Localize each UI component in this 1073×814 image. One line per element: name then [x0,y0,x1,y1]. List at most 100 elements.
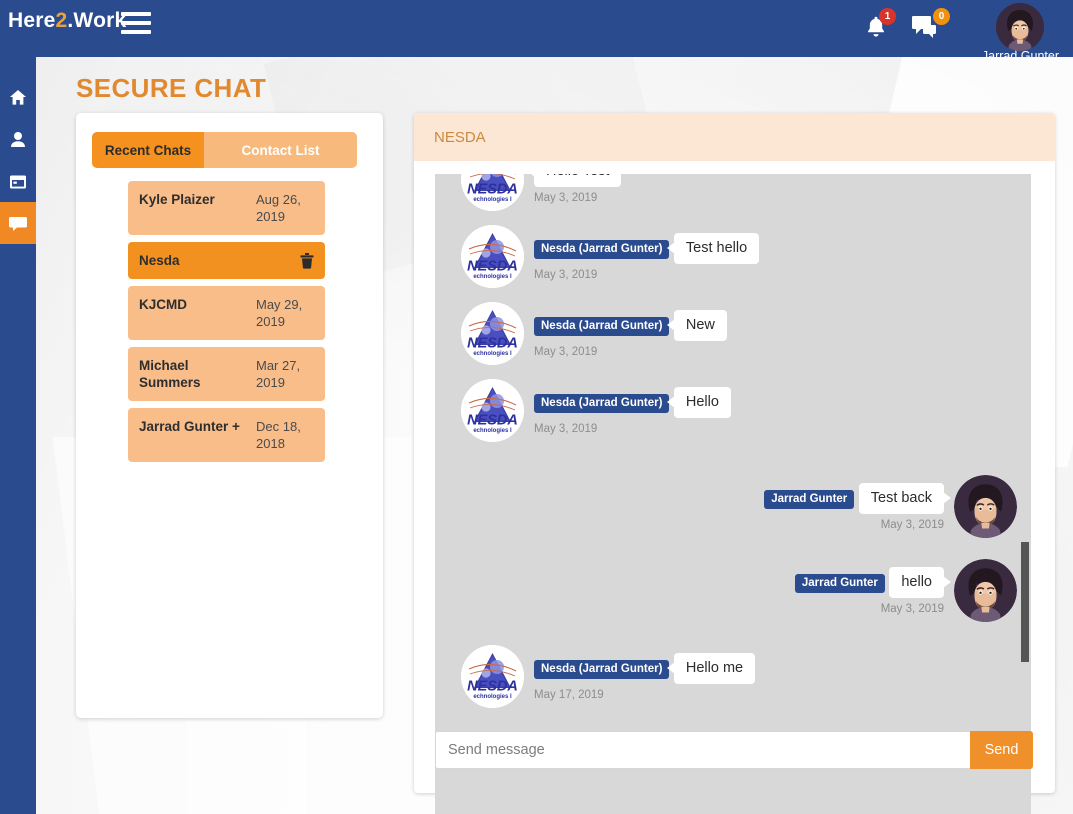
chat-item-name: Nesda [139,252,300,269]
message-row: NESDA echnologies I Nesda (Jarrad Gunter… [435,302,1031,379]
conversation-title: NESDA [414,113,1055,161]
svg-text:NESDA: NESDA [467,679,518,695]
chat-item-date: Dec 18, 2018 [256,418,314,452]
list-item[interactable]: Michael Summers Mar 27, 2019 [128,347,325,401]
message-time: May 3, 2019 [795,603,944,616]
notification-count-badge: 1 [879,8,896,25]
list-item[interactable]: KJCMD May 29, 2019 [128,286,325,340]
avatar[interactable] [996,3,1044,51]
nesda-logo-avatar: NESDA echnologies I [461,645,524,708]
message-time: May 3, 2019 [534,192,621,205]
compose-row: Send [435,731,1033,769]
brand-logo[interactable]: Here2.Work [8,8,126,34]
message-row: NESDA echnologies I Hello Test May 3, 20… [435,174,1031,225]
message-time: May 3, 2019 [534,346,727,359]
message-time: May 3, 2019 [534,423,731,436]
brand-suffix: .Work [67,9,126,32]
chat-list-items: Kyle Plaizer Aug 26, 2019 Nesda KJCMD Ma… [128,181,325,469]
person-icon [11,132,25,147]
message-sender: Nesda (Jarrad Gunter) [534,394,669,413]
message-bubble: Hello me [674,653,755,684]
message-row: NESDA echnologies I Nesda (Jarrad Gunter… [435,225,1031,302]
sidebar-item-chat[interactable] [0,202,36,244]
nesda-logo-avatar: NESDA echnologies I [461,302,524,365]
message-body: Jarrad Gunter Test back May 3, 2019 [764,475,944,538]
chat-item-name: KJCMD [139,296,256,313]
send-button[interactable]: Send [970,731,1033,769]
message-time: May 3, 2019 [534,269,759,282]
calendar-icon [10,174,26,189]
svg-text:echnologies I: echnologies I [473,197,512,203]
chat-item-date: May 29, 2019 [256,296,314,330]
brand-accent: 2 [56,9,68,32]
svg-text:echnologies I: echnologies I [473,274,512,280]
message-body: Nesda (Jarrad Gunter) Hello me May 17, 2… [534,645,755,708]
sidebar-item-calendar[interactable] [0,160,36,202]
tab-recent-chats[interactable]: Recent Chats [92,132,204,168]
sidebar-item-home[interactable] [0,76,36,118]
chat-bubble-icon[interactable]: 0 [911,14,941,40]
list-item[interactable]: Jarrad Gunter + Dec 18, 2018 [128,408,325,462]
message-scroll-content: NESDA echnologies I Hello Test May 3, 20… [435,174,1031,722]
chat-list-tabs: Recent Chats Contact List [92,132,357,168]
message-row: Jarrad Gunter hello May 3, 2019 [435,552,1031,636]
svg-text:NESDA: NESDA [467,259,518,275]
svg-text:NESDA: NESDA [467,336,518,352]
list-item[interactable]: Nesda [128,242,325,279]
chat-item-name: Kyle Plaizer [139,191,256,208]
message-body: Nesda (Jarrad Gunter) Hello May 3, 2019 [534,379,731,442]
navbar-right-group: 1 0 [853,0,1073,57]
hamburger-icon[interactable] [121,10,151,36]
message-sender: Nesda (Jarrad Gunter) [534,240,669,259]
chat-item-name: Michael Summers [139,357,256,391]
bell-icon[interactable]: 1 [863,14,889,40]
message-row: Jarrad Gunter Test back May 3, 2019 [435,456,1031,552]
message-time: May 3, 2019 [764,519,944,532]
chat-item-name: Jarrad Gunter + [139,418,256,435]
brand-prefix: Here [8,9,56,32]
svg-text:echnologies I: echnologies I [473,351,512,357]
message-count-badge: 0 [933,8,950,25]
secure-chat-page: Here2.Work 1 0 [0,0,1073,814]
conversation-card: NESDA NESDA [414,113,1055,793]
scrollbar-thumb[interactable] [1021,542,1029,662]
message-row: NESDA echnologies I Nesda (Jarrad Gunter… [435,636,1031,722]
sidebar-rail [0,57,36,814]
message-sender: Nesda (Jarrad Gunter) [534,660,669,679]
send-message-input[interactable] [435,731,970,769]
page-title: SECURE CHAT [76,73,266,104]
nesda-logo-avatar: NESDA echnologies I [461,379,524,442]
message-bubble: Test back [859,483,944,514]
sidebar-item-profile[interactable] [0,118,36,160]
message-body: Jarrad Gunter hello May 3, 2019 [795,559,944,622]
nav-username: Jarrad Gunter [982,49,1059,63]
message-time: May 17, 2019 [534,689,755,702]
chat-item-date: Aug 26, 2019 [256,191,314,225]
svg-text:echnologies I: echnologies I [473,694,512,700]
user-avatar [954,475,1017,538]
message-bubble: Hello [674,387,731,418]
nesda-logo-avatar: NESDA echnologies I [461,225,524,288]
message-sender: Jarrad Gunter [795,574,885,593]
message-list[interactable]: NESDA echnologies I Hello Test May 3, 20… [435,174,1031,814]
message-bubble: Test hello [674,233,759,264]
svg-text:NESDA: NESDA [467,182,518,198]
message-sender: Nesda (Jarrad Gunter) [534,317,669,336]
message-body: Nesda (Jarrad Gunter) Test hello May 3, … [534,225,759,288]
home-icon [10,90,26,105]
svg-text:NESDA: NESDA [467,413,518,429]
top-navbar: Here2.Work 1 0 [0,0,1073,57]
user-menu[interactable]: Jarrad Gunter [982,3,1059,63]
message-body: Hello Test May 3, 2019 [534,174,621,211]
trash-icon[interactable] [300,253,314,269]
user-avatar [954,559,1017,622]
tab-contact-list[interactable]: Contact List [204,132,357,168]
chat-list-card: Recent Chats Contact List Kyle Plaizer A… [76,113,383,718]
list-item[interactable]: Kyle Plaizer Aug 26, 2019 [128,181,325,235]
svg-text:echnologies I: echnologies I [473,428,512,434]
message-scrollbar[interactable] [1021,174,1029,814]
message-sender: Jarrad Gunter [764,490,854,509]
message-body: Nesda (Jarrad Gunter) New May 3, 2019 [534,302,727,365]
message-bubble: Hello Test [534,174,621,187]
nesda-logo-avatar: NESDA echnologies I [461,174,524,211]
